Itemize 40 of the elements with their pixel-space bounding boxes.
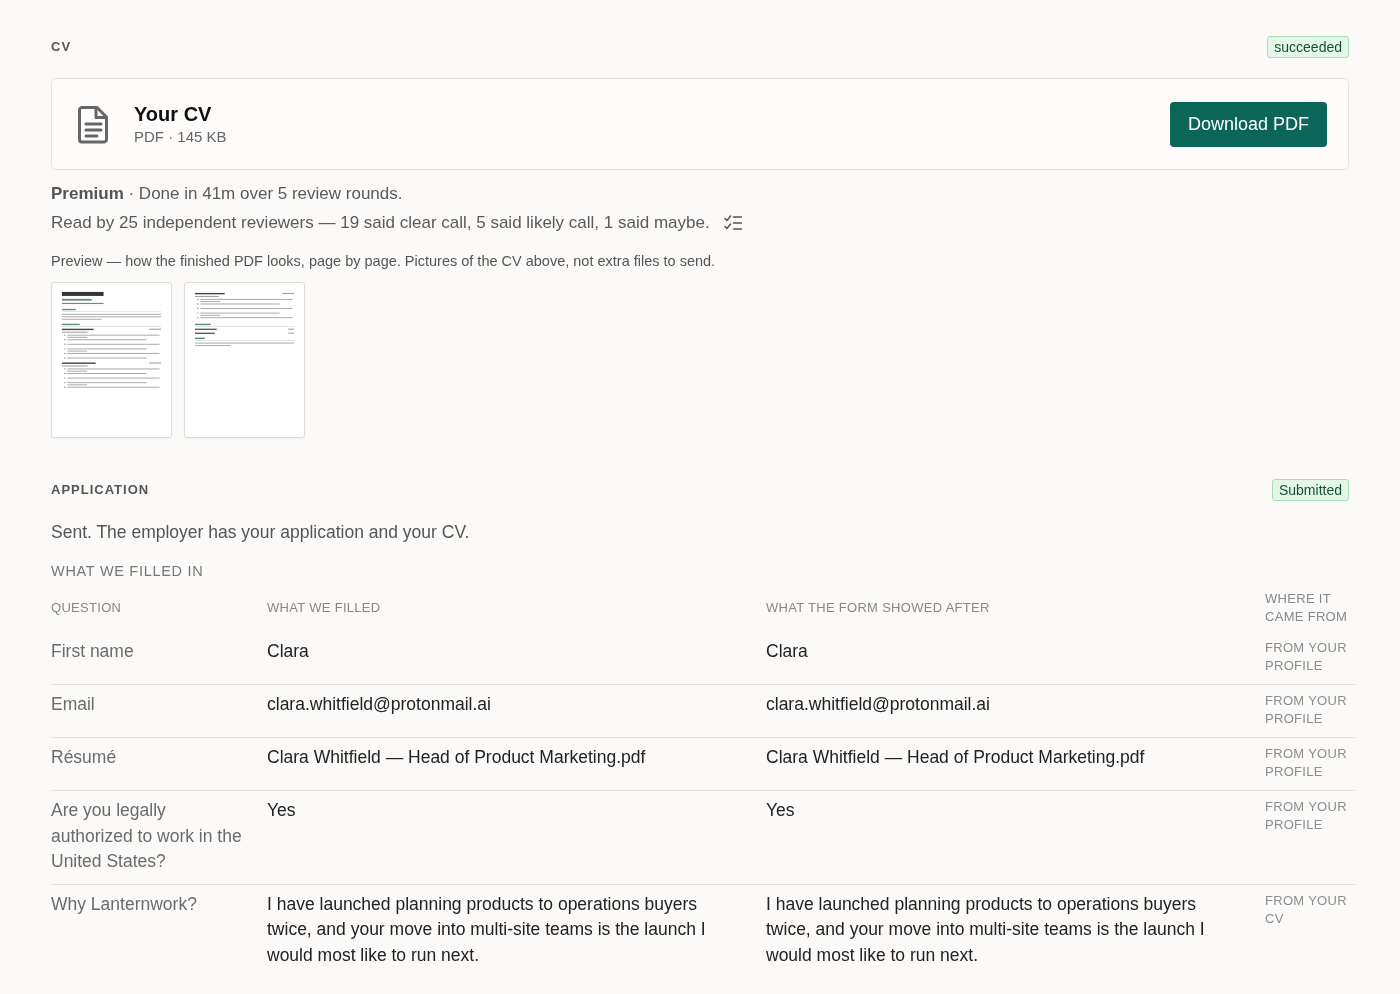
column-header: WHERE IT CAME FROM [1265,590,1349,626]
cv-page-drawing[interactable] [184,282,305,438]
file-title: Your CV [134,102,213,127]
status-badge: succeeded [1267,36,1349,58]
form-value: Clara [766,640,809,663]
form-value: I have launched planning products to operations buyers twice, and your move into multi-site teams is the launch I would most like to run next. [766,892,1206,967]
status-badge: Submitted [1271,479,1349,501]
document-icon [78,104,109,144]
source-label: FROM YOUR PROFILE [1265,798,1348,834]
reviewers-text: Read by 25 independent reviewers — 19 said clear call, 5 said likely call, 1 said maybe. [51,212,710,234]
filled-value: clara.whitfield@protonmail.ai [267,693,492,716]
summary-text: Premium · Done in 41m over 5 review rounds. [51,183,404,205]
form-value: Clara Whitfield — Head of Product Marketing.pdf [766,746,1146,769]
section-heading: CV [51,38,72,56]
filled-value: Clara Whitfield — Head of Product Marketing.pdf [267,746,647,769]
source-label: FROM YOUR CV [1265,891,1348,928]
source-label: FROM YOUR PROFILE [1265,692,1348,728]
file-meta: PDF · 145 KB [134,127,227,147]
cv-page-drawing[interactable] [51,282,172,438]
download-button[interactable]: Download PDF [1169,101,1327,147]
source-label: FROM YOUR PROFILE [1265,639,1348,675]
source-label: FROM YOUR PROFILE [1265,745,1348,781]
filled-value: I have launched planning products to operations buyers twice, and your move into multi-site teams is the launch I would most like to run next. [267,892,707,967]
preview-caption: Preview — how the finished PDF looks, page by page. Pictures of the CV above, not extra files to send. [51,252,717,271]
question-text: Why Lanternwork? [51,892,198,916]
form-value: clara.whitfield@protonmail.ai [766,693,991,716]
subsection-heading: WHAT WE FILLED IN [51,562,205,581]
filled-value: Clara [267,640,310,663]
status-message: Sent. The employer has your application and your CV. [51,521,471,544]
column-header: WHAT WE FILLED [267,599,382,617]
column-header: QUESTION [51,599,123,617]
question-text: Email [51,693,96,716]
column-header: WHAT THE FORM SHOWED AFTER [766,599,991,617]
form-value: Yes [766,799,796,822]
question-text: First name [51,640,135,663]
filled-value: Yes [267,799,297,822]
checklist-icon[interactable] [723,214,742,231]
question-text: Résumé [51,746,118,769]
question-text: Are you legally authorized to work in the United States? [51,799,243,873]
section-heading: APPLICATION [51,481,150,499]
